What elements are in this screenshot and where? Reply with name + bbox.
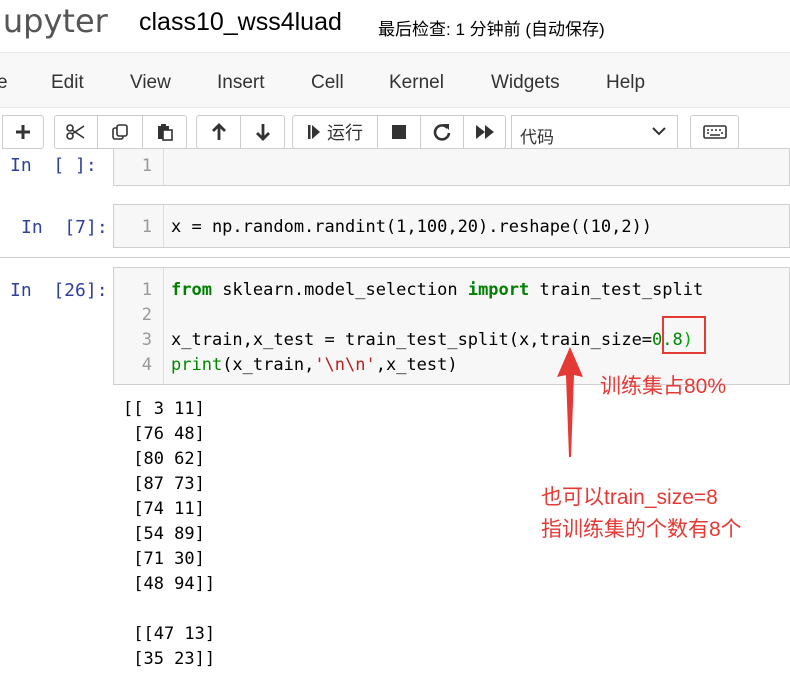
keyword: import xyxy=(467,280,530,300)
code-line: from sklearn.model_selection import trai… xyxy=(171,280,703,300)
step-forward-icon xyxy=(308,125,320,139)
code-line: x = np.random.randint(1,100,20).reshape(… xyxy=(171,217,653,237)
plus-icon xyxy=(16,125,30,139)
menu-kernel[interactable]: Kernel xyxy=(389,72,444,94)
cell-type-select[interactable]: 代码 xyxy=(511,115,678,149)
run-button[interactable]: 运行 xyxy=(292,115,378,149)
move-up-button[interactable] xyxy=(196,115,241,149)
refresh-icon xyxy=(433,124,451,141)
copy-button[interactable] xyxy=(97,115,143,149)
string-literal: '\n\n' xyxy=(314,355,376,375)
scissors-icon xyxy=(66,124,85,140)
interrupt-button[interactable] xyxy=(377,115,421,149)
code-cell-input[interactable]: 1 x = np.random.randint(1,100,20).reshap… xyxy=(113,204,790,248)
jupyter-logo[interactable]: jupyter xyxy=(0,2,108,40)
menu-view[interactable]: View xyxy=(130,72,171,94)
code-line: print(x_train,'\n\n',x_test) xyxy=(171,355,458,375)
move-down-button[interactable] xyxy=(240,115,285,149)
chevron-down-icon xyxy=(652,127,666,136)
menu-edit[interactable]: Edit xyxy=(51,72,84,94)
code-text: (x_train, xyxy=(222,355,315,375)
notebook-container: In [ ]: 1 In [7]: 1 x = np.random.randin… xyxy=(0,148,790,679)
output-line: [76 48] xyxy=(123,424,205,444)
line-number: 1 xyxy=(141,280,152,300)
cell-type-value: 代码 xyxy=(520,128,554,147)
menu-file[interactable]: e xyxy=(0,72,8,94)
output-line: [54 89] xyxy=(123,524,205,544)
annotation-train-size-line1: 也可以train_size=8 xyxy=(541,486,718,509)
run-label: 运行 xyxy=(327,123,363,143)
line-number: 3 xyxy=(141,330,152,350)
menu-widgets[interactable]: Widgets xyxy=(491,72,560,94)
paste-button[interactable] xyxy=(142,115,187,149)
cell-prompt: In [26]: xyxy=(10,280,108,301)
cut-button[interactable] xyxy=(54,115,98,149)
menu-insert[interactable]: Insert xyxy=(217,72,265,94)
annotation-arrow xyxy=(557,347,583,457)
code-text: ,x_test) xyxy=(375,355,458,375)
code-text: sklearn.model_selection xyxy=(211,280,468,300)
line-number: 2 xyxy=(141,305,152,325)
menu-cell[interactable]: Cell xyxy=(311,72,344,94)
restart-run-all-button[interactable] xyxy=(463,115,506,149)
code-cell-input[interactable]: 1 xyxy=(113,148,790,186)
code-text: train_test_split xyxy=(529,280,704,300)
line-gutter: 1 xyxy=(114,205,164,247)
output-line: [74 11] xyxy=(123,499,205,519)
restart-button[interactable] xyxy=(420,115,464,149)
command-palette-button[interactable] xyxy=(690,115,739,149)
annotation-train-size-line2: 指训练集的个数有8个 xyxy=(541,518,742,541)
output-line: [80 62] xyxy=(123,449,205,469)
output-line: [48 94]] xyxy=(123,574,216,594)
menu-bar: e Edit View Insert Cell Kernel Widgets H… xyxy=(0,52,790,108)
line-number: 1 xyxy=(141,156,152,176)
add-cell-button[interactable] xyxy=(2,115,44,149)
copy-icon xyxy=(112,124,128,140)
keyword: from xyxy=(171,280,212,300)
cell-prompt: In [7]: xyxy=(21,217,108,238)
output-line: [87 73] xyxy=(123,474,205,494)
line-gutter: 1 2 3 4 xyxy=(114,268,164,384)
line-number: 1 xyxy=(141,217,152,237)
annotation-train-ratio: 训练集占80% xyxy=(600,375,727,398)
arrow-down-icon xyxy=(255,124,270,141)
fast-forward-icon xyxy=(475,125,494,139)
line-number: 4 xyxy=(141,355,152,375)
builtin-function: print xyxy=(171,355,223,375)
stop-icon xyxy=(392,125,406,139)
code-line: x_train,x_test = train_test_split(x,trai… xyxy=(171,330,693,350)
output-line: [[ 3 11] xyxy=(123,399,205,419)
keyboard-icon xyxy=(702,125,727,139)
notebook-name[interactable]: class10_wss4luad xyxy=(139,8,342,37)
arrow-up-icon xyxy=(211,123,226,140)
paste-icon xyxy=(157,124,173,141)
line-gutter: 1 xyxy=(114,149,164,185)
output-line: [71 30] xyxy=(123,549,205,569)
output-line: [[47 13] xyxy=(123,624,216,644)
checkpoint-status: 最后检查: 1 分钟前 (自动保存) xyxy=(378,20,605,39)
cell-prompt: In [ ]: xyxy=(10,155,97,176)
highlight-box xyxy=(662,316,706,354)
notebook-header: jupyter class10_wss4luad 最后检查: 1 分钟前 (自动… xyxy=(0,0,790,52)
cell-divider xyxy=(0,257,790,258)
menu-help[interactable]: Help xyxy=(606,72,645,94)
output-line: [35 23]] xyxy=(123,649,216,669)
